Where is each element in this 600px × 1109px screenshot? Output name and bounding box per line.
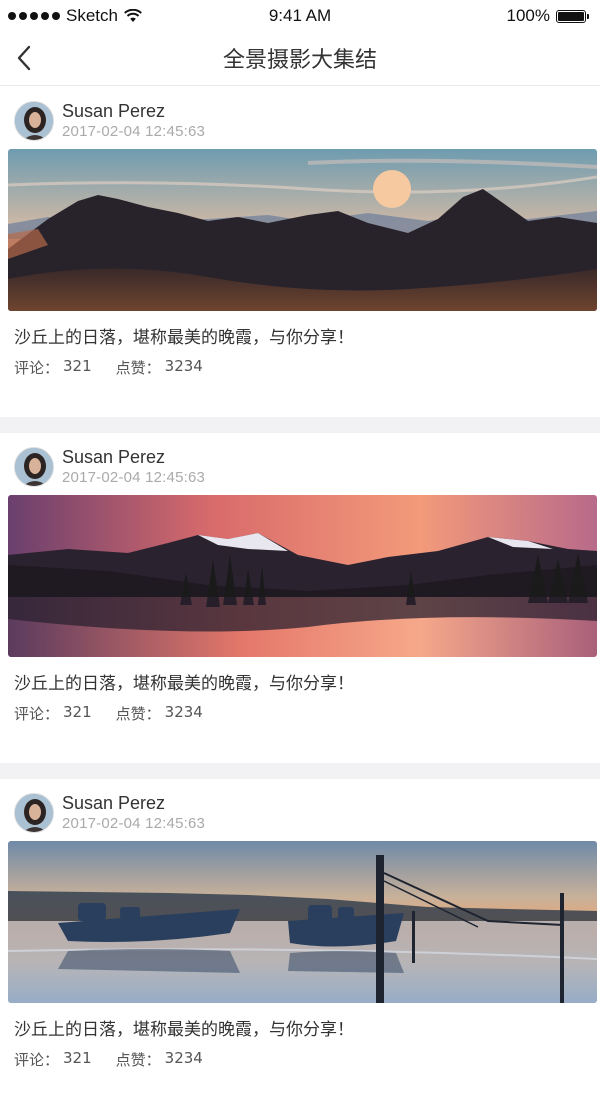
- post-header: Susan Perez 2017-02-04 12:45:63: [14, 445, 205, 489]
- status-bar: Sketch 9:41 AM 100%: [0, 0, 600, 32]
- avatar-image: [15, 794, 53, 832]
- avatar[interactable]: [14, 101, 54, 141]
- post-timestamp: 2017-02-04 12:45:63: [62, 123, 206, 140]
- like-label: 点赞：: [115, 359, 161, 377]
- post-photo[interactable]: [8, 149, 597, 311]
- comment-value: 321: [63, 357, 92, 375]
- comment-label: 评论：: [14, 705, 60, 723]
- like-count[interactable]: 点赞： 3234: [116, 703, 203, 724]
- boats-sunset-image: [8, 841, 597, 1003]
- like-count[interactable]: 点赞： 3234: [116, 357, 203, 378]
- mountain-sunset-image: [8, 149, 597, 311]
- username[interactable]: Susan Perez: [62, 792, 205, 814]
- like-label: 点赞：: [115, 705, 161, 723]
- post-timestamp: 2017-02-04 12:45:63: [62, 469, 206, 486]
- battery-percent: 100%: [506, 6, 550, 25]
- lake-reflection-image: [8, 495, 597, 657]
- card-divider: [0, 763, 600, 779]
- avatar-image: [15, 448, 53, 486]
- post-card[interactable]: Susan Perez 2017-02-04 12:45:63 沙丘上的日落，堪…: [0, 779, 600, 1109]
- post-card[interactable]: Susan Perez 2017-02-04 12:45:63 沙丘上的日落，堪…: [0, 433, 600, 763]
- avatar[interactable]: [14, 793, 54, 833]
- post-caption: 沙丘上的日落，堪称最美的晚霞，与你分享！: [14, 674, 354, 694]
- username[interactable]: Susan Perez: [62, 446, 205, 468]
- post-photo[interactable]: [8, 841, 597, 1003]
- post-feed: Susan Perez 2017-02-04 12:45:63 沙丘上的日落，堪…: [0, 87, 600, 1109]
- navigation-bar: 全景摄影大集结: [0, 32, 600, 86]
- post-stats: 评论： 321 点赞： 3234: [14, 357, 203, 378]
- post-stats: 评论： 321 点赞： 3234: [14, 703, 203, 724]
- battery-group: 100%: [506, 6, 589, 26]
- post-header: Susan Perez 2017-02-04 12:45:63: [14, 791, 205, 835]
- comment-value: 321: [63, 703, 92, 721]
- post-photo[interactable]: [8, 495, 597, 657]
- like-value: 3234: [164, 703, 203, 721]
- post-header: Susan Perez 2017-02-04 12:45:63: [14, 99, 205, 143]
- post-caption: 沙丘上的日落，堪称最美的晚霞，与你分享！: [14, 1020, 354, 1040]
- post-card[interactable]: Susan Perez 2017-02-04 12:45:63 沙丘上的日落，堪…: [0, 87, 600, 417]
- avatar[interactable]: [14, 447, 54, 487]
- avatar-image: [15, 102, 53, 140]
- post-caption: 沙丘上的日落，堪称最美的晚霞，与你分享！: [14, 328, 354, 348]
- page-title: 全景摄影大集结: [222, 48, 377, 73]
- comment-label: 评论：: [14, 359, 60, 377]
- comment-count[interactable]: 评论： 321: [14, 703, 92, 724]
- like-value: 3234: [164, 357, 203, 375]
- battery-icon: [556, 9, 589, 23]
- username[interactable]: Susan Perez: [62, 100, 205, 122]
- post-timestamp: 2017-02-04 12:45:63: [62, 815, 206, 832]
- card-divider: [0, 417, 600, 433]
- comment-count[interactable]: 评论： 321: [14, 357, 92, 378]
